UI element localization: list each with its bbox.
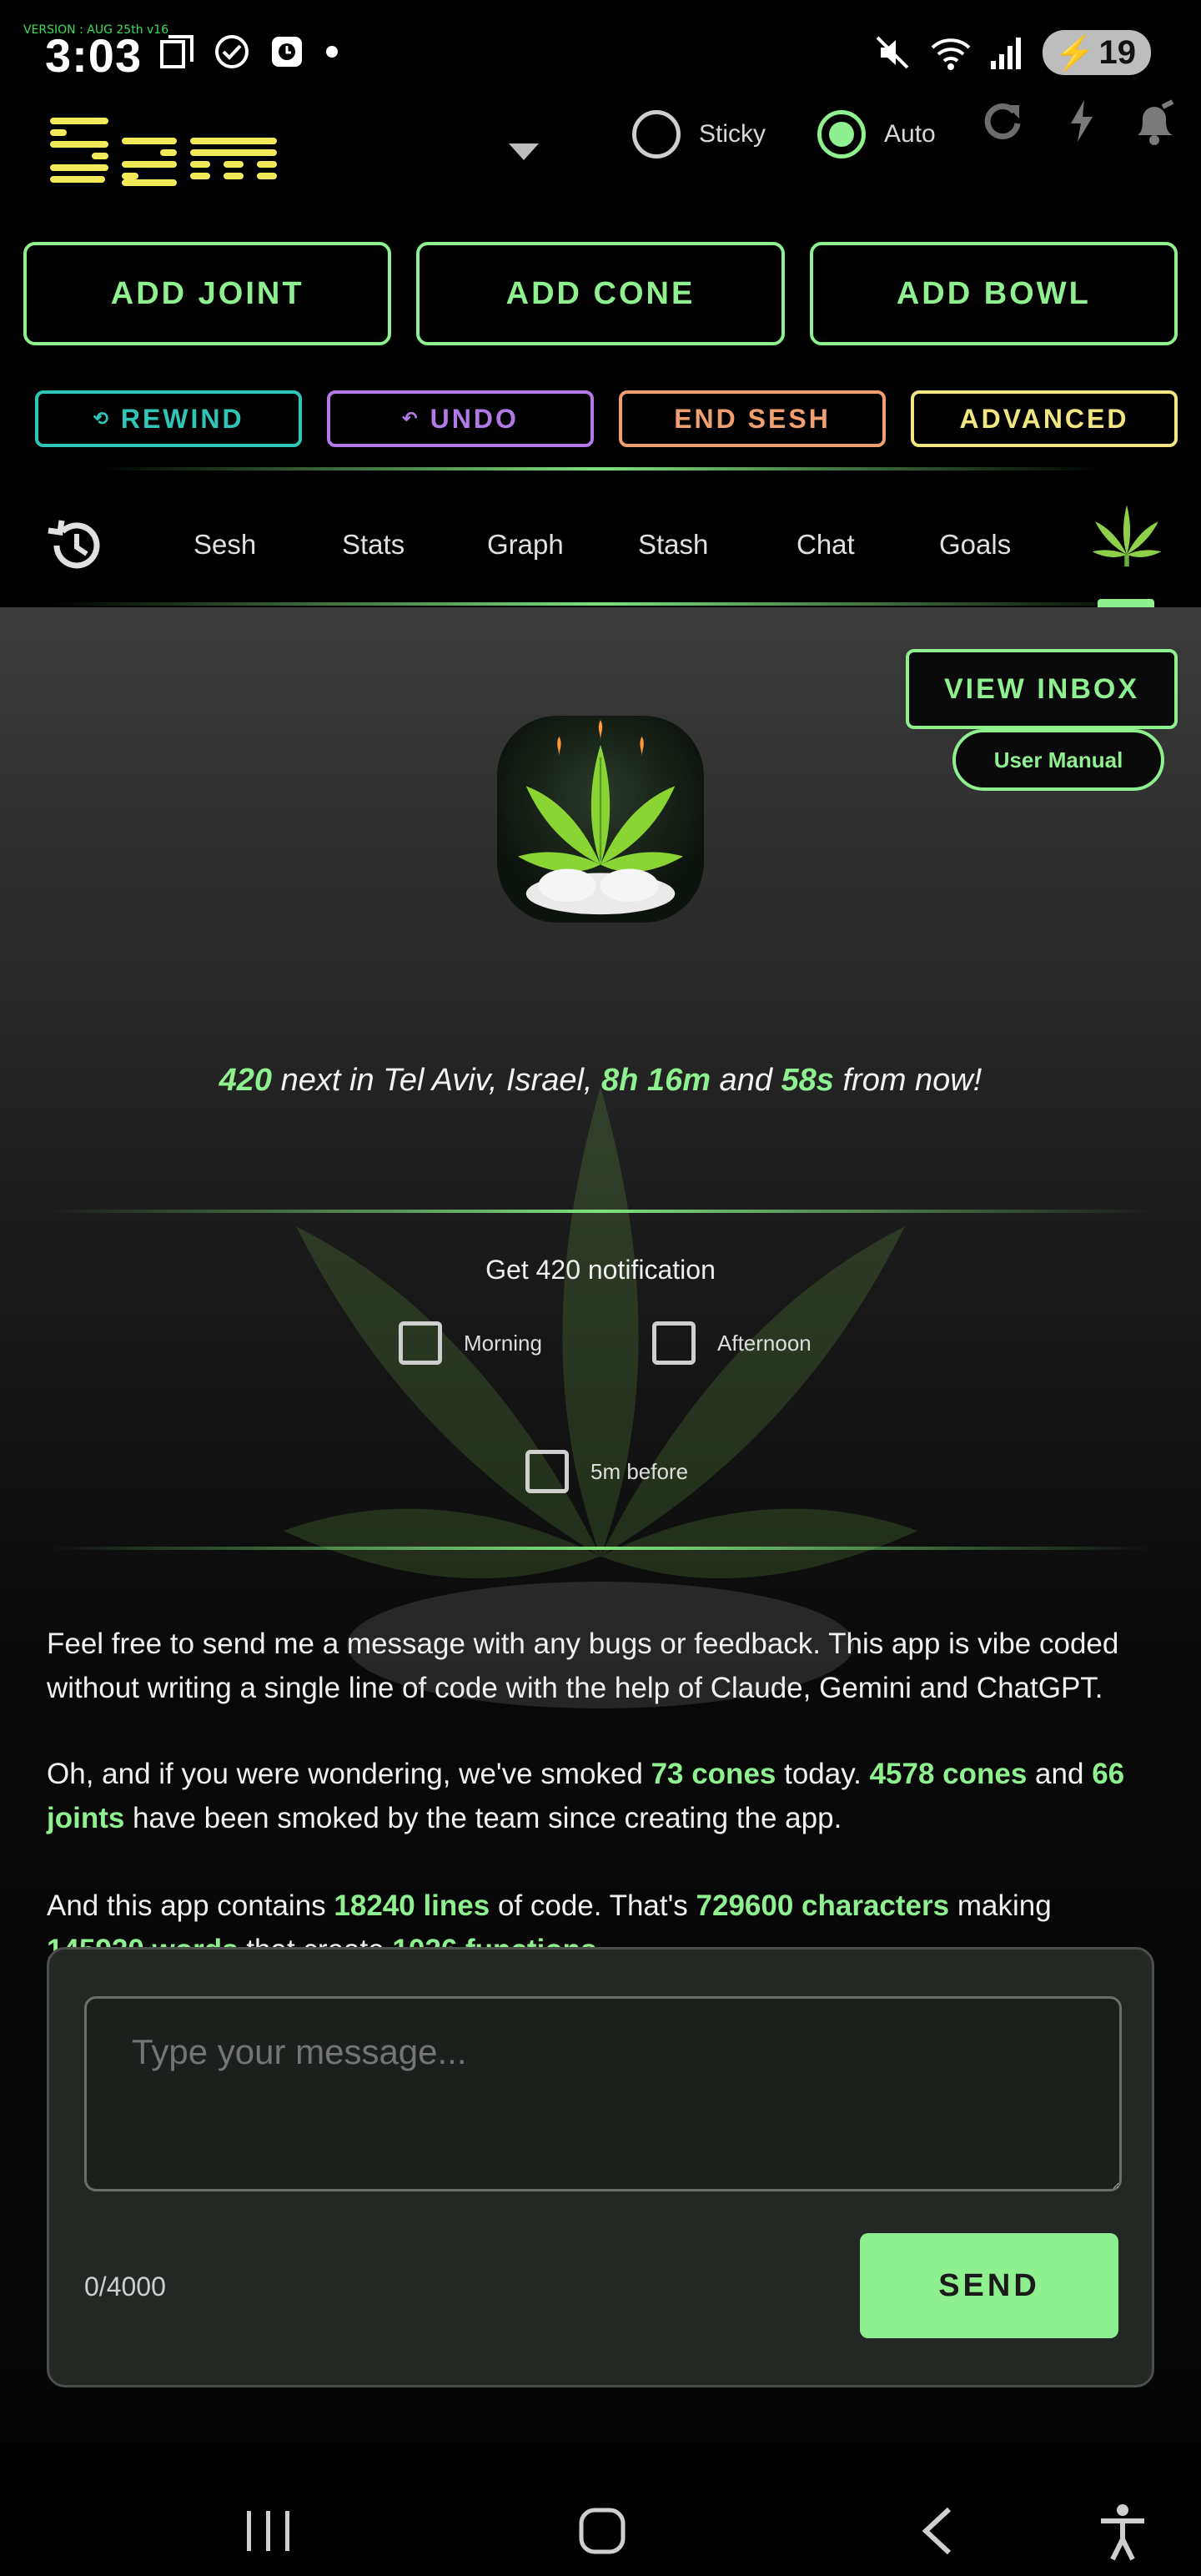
screenshot-icon (160, 35, 193, 68)
advanced-button[interactable]: ADVANCED (911, 390, 1178, 447)
wifi-icon (931, 38, 971, 70)
notification-title: Get 420 notification (485, 1255, 716, 1285)
code-text: making (949, 1889, 1052, 1922)
undo-button[interactable]: ↶ UNDO (327, 390, 594, 447)
countdown-420: 420 (219, 1063, 273, 1098)
rewind-icon: ⟲ (93, 408, 111, 429)
cannabis-leaf-icon[interactable] (1089, 501, 1164, 576)
tab-sesh[interactable]: Sesh (193, 529, 256, 561)
add-bowl-button[interactable]: ADD BOWL (809, 242, 1178, 345)
code-text: of code. That's (490, 1889, 696, 1922)
app-logo (50, 118, 277, 186)
lines-count: 18240 lines (334, 1889, 490, 1922)
refresh-icon[interactable] (981, 98, 1024, 142)
tab-stats[interactable]: Stats (342, 529, 405, 561)
undo-label: UNDO (430, 403, 519, 434)
morning-checkbox[interactable] (399, 1321, 442, 1365)
clock: 3:03 (45, 29, 143, 82)
rewind-button[interactable]: ⟲ REWIND (35, 390, 302, 447)
stats-text: today. (776, 1758, 870, 1790)
tab-chat[interactable]: Chat (796, 529, 855, 561)
undo-icon: ↶ (402, 408, 420, 429)
morning-label: Morning (464, 1330, 542, 1356)
sticky-label: Sticky (699, 120, 766, 148)
team-cones: 4578 cones (869, 1758, 1028, 1790)
bolt-icon: ⚡ (1053, 34, 1096, 72)
tab-graph[interactable]: Graph (487, 529, 564, 561)
add-joint-button[interactable]: ADD JOINT (23, 242, 392, 345)
alarm-app-icon (272, 37, 302, 67)
stats-text: Oh, and if you were wondering, we've smo… (47, 1758, 651, 1790)
back-icon[interactable] (917, 2506, 956, 2556)
check-circle-icon (215, 35, 249, 68)
tab-goals[interactable]: Goals (939, 529, 1011, 561)
add-buttons-row: ADD JOINT ADD CONE ADD BOWL (23, 242, 1178, 345)
five-minutes-before-checkbox[interactable] (525, 1450, 569, 1493)
system-navigation-bar (0, 2444, 1201, 2576)
tab-divider (50, 602, 1151, 606)
afternoon-checkbox[interactable] (652, 1321, 696, 1365)
user-dropdown-caret[interactable] (509, 143, 539, 160)
countdown-hours-minutes: 8h 16m (601, 1063, 711, 1098)
active-tab-indicator (1098, 599, 1154, 607)
characters-count: 729600 characters (696, 1889, 950, 1922)
view-inbox-button[interactable]: VIEW INBOX (906, 649, 1178, 729)
character-counter: 0/4000 (84, 2272, 166, 2302)
message-input[interactable] (84, 1996, 1122, 2191)
add-cone-button[interactable]: ADD CONE (416, 242, 785, 345)
rewind-label: REWIND (120, 403, 244, 434)
app-icon (497, 716, 704, 923)
battery-level: 19 (1098, 33, 1137, 71)
five-minutes-before-label: 5m before (590, 1458, 689, 1484)
battery-indicator: ⚡ 19 (1042, 30, 1151, 75)
dot-icon (326, 46, 338, 58)
mute-icon (876, 36, 909, 69)
stats-text: and (1027, 1758, 1093, 1790)
five-minutes-before-option[interactable]: 5m before (525, 1450, 688, 1493)
end-sesh-button[interactable]: END SESH (619, 390, 886, 447)
message-card: 0/4000 SEND (47, 1947, 1154, 2387)
home-icon[interactable] (577, 2506, 627, 2556)
auto-radio[interactable] (817, 110, 866, 158)
next-420-countdown: 420 next in Tel Aviv, Israel, 8h 16m and… (0, 1063, 1201, 1099)
background-leaf-icon (284, 1087, 917, 1708)
user-manual-button[interactable]: User Manual (952, 729, 1164, 791)
action-buttons-row: ⟲ REWIND ↶ UNDO END SESH ADVANCED (35, 390, 1178, 447)
afternoon-option[interactable]: Afternoon (652, 1321, 812, 1365)
recent-apps-icon[interactable] (244, 2508, 294, 2554)
code-text: And this app contains (47, 1889, 334, 1922)
cannabis-leaf-icon (517, 719, 684, 915)
auto-option[interactable]: Auto (817, 110, 936, 158)
tab-stash[interactable]: Stash (638, 529, 708, 561)
signal-icon (990, 38, 1021, 69)
sticky-option[interactable]: Sticky (632, 110, 766, 158)
accessibility-icon[interactable] (1098, 2503, 1148, 2561)
countdown-text: from now! (833, 1063, 982, 1098)
history-icon[interactable] (42, 512, 108, 579)
countdown-text: next in Tel Aviv, Israel, (272, 1063, 602, 1098)
section-divider (50, 1210, 1151, 1213)
section-divider (50, 1547, 1151, 1550)
stats-text: have been smoked by the team since creat… (124, 1802, 842, 1834)
end-sesh-label: END SESH (674, 403, 831, 434)
feedback-paragraph: Feel free to send me a message with any … (47, 1628, 1119, 1704)
sticky-radio[interactable] (632, 110, 681, 158)
smoked-stats-paragraph: Oh, and if you were wondering, we've smo… (47, 1752, 1156, 1840)
divider (100, 467, 1101, 470)
auto-label: Auto (884, 120, 936, 148)
status-bar: 3:03 ⚡ 19 (0, 25, 1201, 83)
countdown-seconds: 58s (781, 1063, 834, 1098)
cones-today: 73 cones (651, 1758, 776, 1790)
tab-bar: Sesh Stats Graph Stash Chat Goals (0, 501, 1201, 607)
morning-option[interactable]: Morning (399, 1321, 542, 1365)
afternoon-label: Afternoon (717, 1330, 812, 1356)
send-button[interactable]: SEND (860, 2233, 1118, 2338)
lightning-icon[interactable] (1066, 98, 1096, 143)
advanced-label: ADVANCED (959, 403, 1129, 434)
countdown-text: and (711, 1063, 781, 1098)
notification-bell-icon[interactable] (1129, 98, 1181, 150)
